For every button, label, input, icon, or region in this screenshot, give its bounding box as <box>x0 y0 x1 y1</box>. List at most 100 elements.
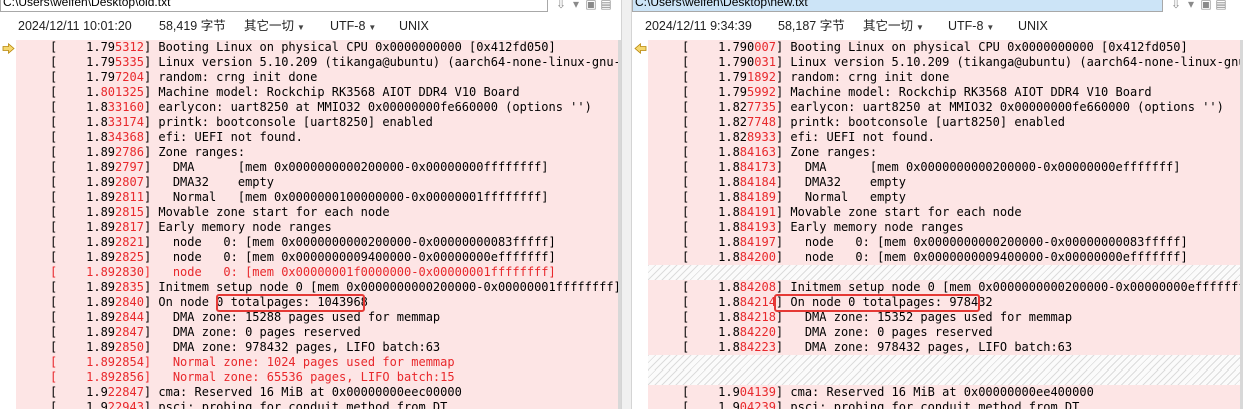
diff-line[interactable]: [ 1.892815] Movable zone start for each … <box>16 205 621 220</box>
line-text-changed: 84197 <box>739 235 776 249</box>
line-text: [ 1.904239] psci: probing for conduit me… <box>682 400 1087 409</box>
diff-line[interactable]: [ 1.834368] efi: UEFI not found. <box>16 130 621 145</box>
diff-line[interactable]: [ 1.795992] Machine model: Rockchip RK35… <box>648 85 1243 100</box>
line-text-prefix: [ 1.79 <box>682 85 748 99</box>
line-text-changed: 7735 <box>747 100 776 114</box>
diff-line[interactable]: [ 1.892850] DMA zone: 978432 pages, LIFO… <box>16 340 621 355</box>
left-format-select[interactable]: 其它一切 ▼ <box>244 12 305 42</box>
right-save-icon[interactable]: ▤ <box>1214 0 1228 11</box>
diff-line[interactable]: [ 1.892821] node 0: [mem 0x0000000000200… <box>16 235 621 250</box>
missing-line-placeholder[interactable] <box>648 355 1243 370</box>
diff-line[interactable]: [ 1.892825] node 0: [mem 0x0000000009400… <box>16 250 621 265</box>
diff-line[interactable]: [ 1.922943] psci: probing for conduit me… <box>16 400 621 409</box>
right-browse-down-icon[interactable]: ⇩ <box>1169 0 1183 11</box>
diff-line[interactable]: [ 1.892844] DMA zone: 15288 pages used f… <box>16 310 621 325</box>
diff-line[interactable]: [ 1.892830] node 0: [mem 0x00000001f0000… <box>16 265 621 280</box>
chevron-down-icon: ▼ <box>368 23 377 32</box>
diff-line[interactable]: [ 1.892817] Early memory node ranges <box>16 220 621 235</box>
line-text-prefix: [ 1.8 <box>682 280 740 294</box>
missing-line-placeholder[interactable] <box>648 265 1243 280</box>
line-text-prefix: [ 1.79 <box>682 70 748 84</box>
diff-line[interactable]: [ 1.790007] Booting Linux on physical CP… <box>648 40 1243 55</box>
diff-line[interactable]: [ 1.904239] psci: probing for conduit me… <box>648 400 1243 409</box>
diff-line[interactable]: [ 1.884208] Initmem setup node 0 [mem 0x… <box>648 280 1243 295</box>
left-path-input[interactable]: C:\Users\weifen\Desktop\old.txt <box>0 0 548 12</box>
line-text-rest: ] Normal [mem 0x0000000100000000-0x00000… <box>143 190 549 204</box>
right-encoding-select[interactable]: UTF-8 ▼ <box>948 12 994 42</box>
left-encoding-value: UTF-8 <box>330 19 366 33</box>
left-folder-icon[interactable]: ▣ <box>584 0 598 11</box>
diff-line[interactable]: [ 1.795335] Linux version 5.10.209 (tika… <box>16 55 621 70</box>
left-encoding-select[interactable]: UTF-8 ▼ <box>330 12 376 42</box>
missing-line-placeholder[interactable] <box>648 370 1243 385</box>
diff-line[interactable]: [ 1.791892] random: crng init done <box>648 70 1243 85</box>
line-text-rest: ] Linux version 5.10.209 (tikanga@ubuntu… <box>775 55 1243 69</box>
diff-line[interactable]: [ 1.892797] DMA [mem 0x0000000000200000-… <box>16 160 621 175</box>
line-text-prefix: [ 1.82 <box>682 115 748 129</box>
left-line-list: [ 1.795312] Booting Linux on physical CP… <box>16 40 621 409</box>
line-text: [ 1.892844] DMA zone: 15288 pages used f… <box>50 310 440 325</box>
diff-line[interactable]: [ 1.922847] cma: Reserved 16 MiB at 0x00… <box>16 385 621 400</box>
diff-line[interactable]: [ 1.884173] DMA [mem 0x0000000000200000-… <box>648 160 1243 175</box>
diff-line[interactable]: [ 1.884163] Zone ranges: <box>648 145 1243 160</box>
diff-line[interactable]: [ 1.884220] DMA zone: 0 pages reserved <box>648 325 1243 340</box>
line-text-rest: ] psci: probing for conduit method from … <box>775 400 1087 409</box>
line-text: [ 1.790007] Booting Linux on physical CP… <box>682 40 1188 55</box>
diff-line[interactable]: [ 1.797204] random: crng init done <box>16 70 621 85</box>
line-text-rest: Normal zone: 65536 pages, LIFO batch:15 <box>151 370 455 384</box>
diff-line[interactable]: [ 1.892786] Zone ranges: <box>16 145 621 160</box>
diff-line[interactable]: [ 1.801325] Machine model: Rockchip RK35… <box>16 85 621 100</box>
line-text-prefix: [ 1.892854] <box>50 355 152 369</box>
line-text-rest: ] efi: UEFI not found. <box>143 130 303 144</box>
left-dropdown-icon[interactable]: ▾ <box>569 0 583 11</box>
diff-line[interactable]: [ 1.828933] efi: UEFI not found. <box>648 130 1243 145</box>
right-gutter <box>632 40 648 409</box>
line-text: [ 1.884218] DMA zone: 15352 pages used f… <box>682 310 1072 325</box>
diff-line[interactable]: [ 1.884191] Movable zone start for each … <box>648 205 1243 220</box>
line-text-prefix: [ 1.82 <box>682 100 748 114</box>
diff-line[interactable]: [ 1.833160] earlycon: uart8250 at MMIO32… <box>16 100 621 115</box>
line-text: [ 1.892821] node 0: [mem 0x0000000000200… <box>50 235 556 250</box>
line-text: [ 1.884197] node 0: [mem 0x0000000000200… <box>682 235 1188 250</box>
diff-line[interactable]: [ 1.827748] printk: bootconsole [uart825… <box>648 115 1243 130</box>
diff-line[interactable]: [ 1.795312] Booting Linux on physical CP… <box>16 40 621 55</box>
line-text-rest: ] random: crng init done <box>143 70 318 84</box>
line-text-rest: ] node 0: [mem 0x0000000009400000-0x0000… <box>143 250 556 264</box>
line-text-changed: 22847 <box>107 385 144 399</box>
diff-line[interactable]: [ 1.904139] cma: Reserved 16 MiB at 0x00… <box>648 385 1243 400</box>
diff-line[interactable]: [ 1.790031] Linux version 5.10.209 (tika… <box>648 55 1243 70</box>
line-text: [ 1.922943] psci: probing for conduit me… <box>50 400 455 409</box>
line-text-prefix: [ 1.892830] <box>50 265 152 279</box>
diff-line[interactable]: [ 1.884184] DMA32 empty <box>648 175 1243 190</box>
right-folder-icon[interactable]: ▣ <box>1199 0 1213 11</box>
diff-line[interactable]: [ 1.884223] DMA zone: 978432 pages, LIFO… <box>648 340 1243 355</box>
diff-line[interactable]: [ 1.833174] printk: bootconsole [uart825… <box>16 115 621 130</box>
diff-line[interactable]: [ 1.892856] Normal zone: 65536 pages, LI… <box>16 370 621 385</box>
line-text-prefix: [ 1. <box>50 85 101 99</box>
line-text: [ 1.892797] DMA [mem 0x0000000000200000-… <box>50 160 549 175</box>
diff-line[interactable]: [ 1.884200] node 0: [mem 0x0000000009400… <box>648 250 1243 265</box>
line-text-rest: ] Movable zone start for each node <box>775 205 1022 219</box>
line-text-prefix: [ 1.89 <box>50 220 116 234</box>
pane-splitter[interactable] <box>621 0 632 409</box>
diff-line[interactable]: [ 1.892847] DMA zone: 0 pages reserved <box>16 325 621 340</box>
right-format-select[interactable]: 其它一切 ▼ <box>863 12 924 42</box>
diff-line[interactable]: [ 1.892854] Normal zone: 1024 pages used… <box>16 355 621 370</box>
diff-line[interactable]: [ 1.827735] earlycon: uart8250 at MMIO32… <box>648 100 1243 115</box>
diff-line[interactable]: [ 1.884197] node 0: [mem 0x0000000000200… <box>648 235 1243 250</box>
line-text-rest: node 0: [mem 0x00000001f0000000-0x000000… <box>151 265 556 279</box>
right-path-input[interactable]: C:\Users\weifen\Desktop\new.txt <box>632 0 1163 12</box>
diff-line[interactable]: [ 1.884189] Normal empty <box>648 190 1243 205</box>
left-browse-down-icon[interactable]: ⇩ <box>554 0 568 11</box>
diff-line[interactable]: [ 1.884218] DMA zone: 15352 pages used f… <box>648 310 1243 325</box>
line-text-prefix: [ 1.8 <box>682 235 740 249</box>
line-text-prefix: [ 1.9 <box>682 400 740 409</box>
diff-line[interactable]: [ 1.892807] DMA32 empty <box>16 175 621 190</box>
diff-line[interactable]: [ 1.892811] Normal [mem 0x00000001000000… <box>16 190 621 205</box>
line-text: [ 1.884173] DMA [mem 0x0000000000200000-… <box>682 160 1181 175</box>
diff-line[interactable]: [ 1.884193] Early memory node ranges <box>648 220 1243 235</box>
right-dropdown-icon[interactable]: ▾ <box>1184 0 1198 11</box>
line-text-changed: 2807 <box>115 175 144 189</box>
diff-line[interactable]: [ 1.892835] Initmem setup node 0 [mem 0x… <box>16 280 621 295</box>
left-save-icon[interactable]: ▤ <box>599 0 613 11</box>
